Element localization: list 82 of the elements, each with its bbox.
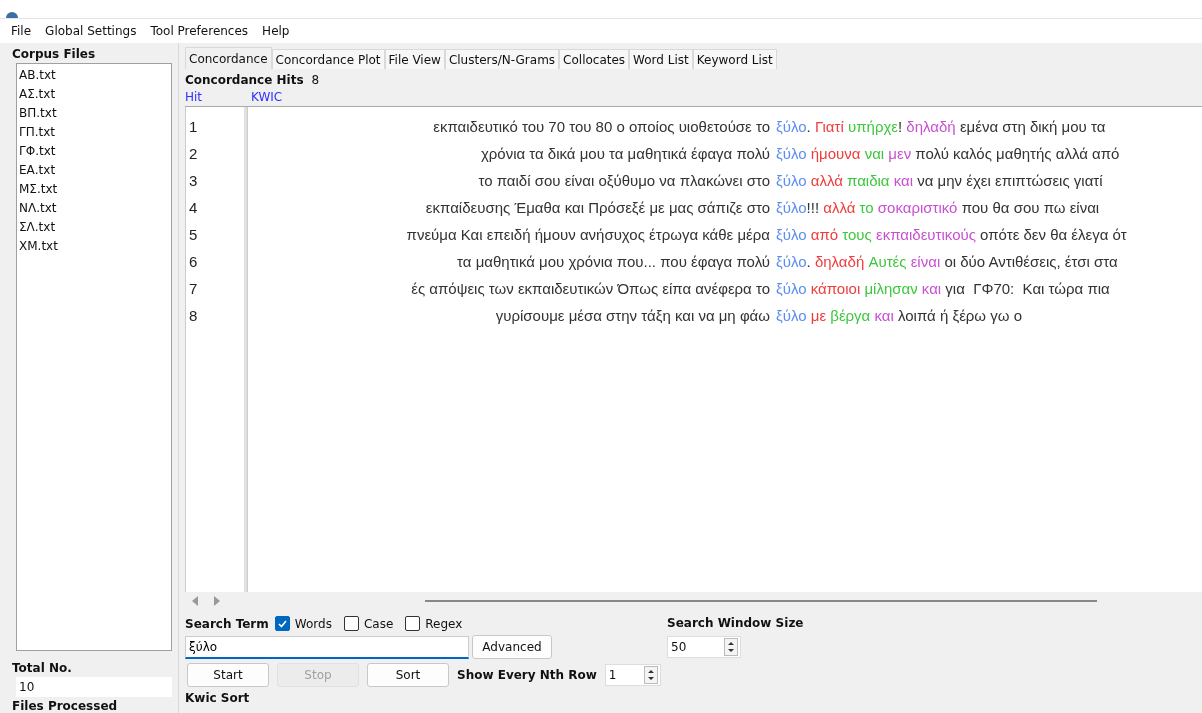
hit-number: 1 <box>188 117 199 137</box>
left-context: πνεύμα Και επειδή ήμουν ανήσυχος έτρωγα κάθε μέρα <box>405 226 770 243</box>
left-context: εκπαίδευσης Έμαθα και Πρόσεξέ με μας σάπιζε στο <box>424 199 770 216</box>
tab[interactable]: Concordance <box>185 47 272 69</box>
tab[interactable]: File View <box>384 49 445 69</box>
corpus-file-item[interactable]: ΕΑ.txt <box>19 161 169 180</box>
tab[interactable]: Collocates <box>559 49 630 69</box>
checkbox[interactable] <box>343 616 359 631</box>
hit-number: 7 <box>188 279 199 299</box>
hits-count: 8 <box>311 73 320 87</box>
left-context: εκπαιδευτικό του 70 του 80 ο οποίος υιοθετούσε το <box>432 118 770 135</box>
app-icon <box>6 10 18 18</box>
action-button[interactable]: Sort <box>367 663 449 687</box>
window-size-label: Search Window Size <box>667 616 804 630</box>
keyword: ξύλο <box>776 280 807 297</box>
corpus-file-item[interactable]: ΓΦ.txt <box>19 142 169 161</box>
scrollbar-thumb[interactable] <box>425 600 1097 602</box>
hit-number: 3 <box>188 171 199 191</box>
nth-row-label: Show Every Nth Row <box>457 668 597 682</box>
tab[interactable]: Keyword List <box>692 49 777 69</box>
window-size-spinner[interactable]: 50 <box>667 636 741 658</box>
hit-number: 5 <box>188 225 199 245</box>
menu-item[interactable]: Help <box>255 24 297 38</box>
files-processed-label: Files Processed <box>12 699 119 713</box>
total-field: 10 <box>16 677 172 697</box>
tab[interactable]: Word List <box>629 49 693 69</box>
left-context: ές απόψεις των εκπαιδευτικών Όπως είπα ανέφερα το <box>410 280 770 297</box>
left-context: χρόνια τα δικά μου τα μαθητικά έφαγα πολύ <box>479 145 770 162</box>
keyword: ξύλο <box>776 118 807 135</box>
corpus-file-item[interactable]: ΜΣ.txt <box>19 180 169 199</box>
corpus-file-item[interactable]: ΓΠ.txt <box>19 123 169 142</box>
corpus-file-item[interactable]: ΧΜ.txt <box>19 237 169 256</box>
keyword: ξύλο <box>776 307 807 324</box>
tab[interactable]: Concordance Plot <box>271 49 385 69</box>
search-term-label: Search Term <box>185 616 269 631</box>
kwic-sort-label: Kwic Sort <box>185 691 251 705</box>
corpus-files-label: Corpus Files <box>12 47 97 61</box>
spinner-arrows-icon[interactable] <box>724 638 738 656</box>
hits-label: Concordance Hits <box>185 73 304 87</box>
checkbox-label[interactable]: Case <box>363 616 394 631</box>
left-context: τα μαθητικά μου χρόνια που... που έφαγα πολύ <box>456 253 770 270</box>
advanced-button[interactable]: Advanced <box>472 635 552 659</box>
checkbox-label[interactable]: Words <box>294 616 332 631</box>
keyword: ξύλο <box>776 253 807 270</box>
right-context: από τους εκπαιδευτικούς οπότε δεν θα έλεγα ότ <box>809 226 1127 243</box>
checkbox-label[interactable]: Regex <box>425 616 463 631</box>
right-context: !!! αλλά το σοκαριστικό που θα σου πω είναι <box>806 199 1100 216</box>
hit-number: 6 <box>188 252 199 272</box>
corpus-file-item[interactable]: ΝΛ.txt <box>19 199 169 218</box>
tab[interactable]: Clusters/N-Grams <box>444 49 560 69</box>
corpus-file-item[interactable]: ΣΛ.txt <box>19 218 169 237</box>
menu-item[interactable]: File <box>4 24 39 38</box>
column-header[interactable]: KWIC <box>251 90 283 104</box>
search-term-field[interactable]: ξύλο <box>185 635 469 659</box>
nth-row-spinner[interactable]: 1 <box>604 664 661 686</box>
menu-item[interactable]: Tool Preferences <box>143 24 256 38</box>
corpus-file-item[interactable]: ΒΠ.txt <box>19 104 169 123</box>
right-context: αλλά παιδια και να μην έχει επιπτώσεις γιατί <box>809 172 1103 189</box>
right-context: ήμουνα ναι μεν πολύ καλός μαθητής αλλά από <box>809 145 1120 162</box>
hit-number: 2 <box>188 144 199 164</box>
total-label: Total No. <box>12 661 73 676</box>
corpus-file-item[interactable]: ΑΣ.txt <box>19 85 169 104</box>
spinner-arrows-icon[interactable] <box>643 666 658 684</box>
hit-number: 4 <box>188 198 199 218</box>
left-context: το παιδί σου είναι οξύθυμο να πλακώνει στο <box>477 172 770 189</box>
right-context: κάποιοι μίλησαν και για ΓΦ70: Και τώρα πια <box>809 280 1110 297</box>
right-context: με βέργα και λοιπά ή ξέρω γω ο <box>809 307 1022 324</box>
checkmark-icon <box>277 619 287 628</box>
right-context: . Γιατί υπήρχε! δηλαδή εμένα στη δική μου τα <box>806 118 1106 135</box>
corpus-file-item[interactable]: AB.txt <box>19 66 169 85</box>
keyword: ξύλο <box>776 172 807 189</box>
action-button[interactable]: Start <box>187 663 269 687</box>
menu-item[interactable]: Global Settings <box>38 24 144 38</box>
checkbox[interactable] <box>405 616 421 631</box>
keyword: ξύλο <box>776 145 807 162</box>
keyword: ξύλο <box>776 199 807 216</box>
right-context: . δηλαδή Αυτές είναι οι δύο Αντιθέσεις, έτσι στα <box>806 253 1118 270</box>
keyword: ξύλο <box>776 226 807 243</box>
left-context: γυρίσουμε μέσα στην τάξη και να μη φάω <box>494 307 770 324</box>
checkbox[interactable] <box>274 616 290 631</box>
column-header[interactable]: Hit <box>185 90 245 104</box>
hit-number: 8 <box>188 306 199 326</box>
